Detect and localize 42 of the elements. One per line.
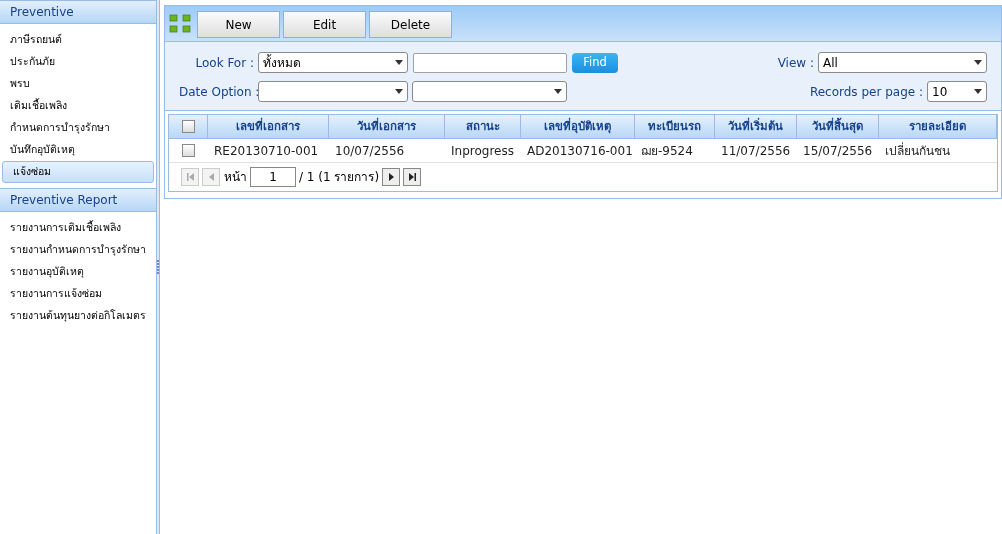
column-header[interactable]: สถานะ	[445, 115, 521, 138]
sidebar-item[interactable]: เติมเชื้อเพลิง	[0, 95, 156, 117]
sidebar-item[interactable]: ประกันภัย	[0, 51, 156, 73]
sidebar-item[interactable]: รายงานต้นทุนยางต่อกิโลเมตร	[0, 305, 156, 327]
table-cell-text: 15/07/2556	[803, 142, 873, 160]
sidebar-item[interactable]: กำหนดการบำรุงรักษา	[0, 117, 156, 139]
table-cell-text: AD20130716-001	[527, 142, 633, 160]
toolbar-button[interactable]: Delete	[369, 11, 452, 38]
column-header[interactable]: เลขที่เอกสาร	[208, 115, 329, 138]
sidebar-item[interactable]: พรบ	[0, 73, 156, 95]
sidebar-item[interactable]: บันทึกอุบัติเหตุ	[0, 139, 156, 161]
toolbar-button[interactable]: Edit	[283, 11, 366, 38]
page-field[interactable]: 1	[250, 167, 296, 187]
page-total: / 1 (1 รายการ)	[299, 169, 380, 186]
column-header[interactable]: รายละเอียด	[879, 115, 997, 138]
table-cell: เปลี่ยนกันชน	[885, 141, 950, 160]
page-label: หน้า	[224, 169, 247, 186]
sidebar-item[interactable]: รายงานการเติมเชื้อเพลิง	[0, 217, 156, 239]
column-header[interactable]: วันที่สิ้นสุด	[797, 115, 879, 138]
column-header[interactable]: วันที่เริ่มต้น	[715, 115, 797, 138]
column-header[interactable]: วันที่เอกสาร	[329, 115, 445, 138]
sidebar-item[interactable]: รายงานกำหนดการบำรุงรักษา	[0, 239, 156, 261]
sidebar-item[interactable]: แจ้งซ่อม	[2, 161, 154, 183]
toolbar-button[interactable]: New	[197, 11, 280, 38]
table-cell-text: Inprogress	[451, 142, 514, 160]
sidebar-item[interactable]: ภาษีรถยนต์	[0, 29, 156, 51]
look-for-select[interactable]: ทั้งหมด	[258, 52, 408, 73]
sidebar-item[interactable]: รายงานการแจ้งซ่อม	[0, 283, 156, 305]
records-per-page-select[interactable]: 10	[927, 81, 987, 102]
table-cell-text: 10/07/2556	[335, 142, 405, 160]
column-header[interactable]: เลขที่อุบัติเหตุ	[521, 115, 635, 138]
table-cell-text: RE20130710-001	[214, 142, 319, 160]
table-cell-text: 11/07/2556	[721, 142, 791, 160]
field-label: Records per page :	[809, 83, 923, 101]
section-header[interactable]: Preventive Report	[0, 188, 156, 212]
sidebar-item[interactable]: รายงานอุบัติเหตุ	[0, 261, 156, 283]
field-label: Look For :	[194, 54, 254, 72]
table-cell-text: ฌย-9524	[641, 142, 693, 160]
section-header[interactable]: Preventive	[0, 0, 156, 24]
view-select[interactable]: All	[818, 52, 987, 73]
column-header[interactable]: ทะเบียนรถ	[635, 115, 715, 138]
field-label: View :	[777, 54, 814, 72]
